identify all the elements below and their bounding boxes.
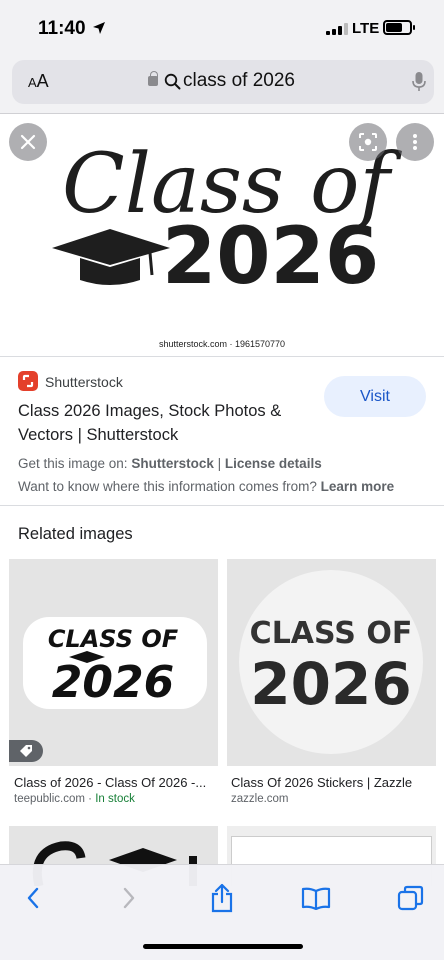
- separator: |: [217, 456, 222, 471]
- related-image-tile[interactable]: CLASS OF 2026: [227, 559, 436, 766]
- more-button[interactable]: [396, 123, 434, 161]
- info-line: Want to know where this information come…: [18, 479, 394, 494]
- network-type: LTE: [352, 20, 380, 37]
- tag-icon: [20, 745, 32, 757]
- separator-dot: ·: [88, 793, 93, 805]
- share-button[interactable]: [207, 883, 237, 913]
- status-time: 11:40: [38, 18, 86, 39]
- search-query[interactable]: class of 2026: [183, 70, 295, 92]
- info-question: Want to know where this information come…: [18, 479, 317, 494]
- lock-icon: [148, 71, 158, 86]
- related-1-line1: CLASS OF: [48, 625, 179, 653]
- related-caption[interactable]: Class Of 2026 Stickers | Zazzle: [231, 775, 431, 790]
- related-source: teepublic.com · In stock: [14, 793, 135, 805]
- share-icon: [211, 883, 233, 913]
- location-arrow-icon: [92, 21, 106, 40]
- microphone-icon[interactable]: [412, 71, 426, 98]
- result-title-link[interactable]: Class 2026 Images, Stock Photos & Vector…: [18, 399, 308, 447]
- divider: [0, 356, 444, 357]
- related-2-line1: CLASS OF: [250, 616, 413, 651]
- related-artwork-2: CLASS OF 2026: [239, 570, 423, 754]
- home-indicator[interactable]: [143, 944, 303, 949]
- get-image-line: Get this image on: Shutterstock | Licens…: [18, 456, 322, 471]
- related-site: zazzle.com: [231, 793, 289, 805]
- bookmarks-icon: [301, 887, 331, 910]
- availability-label: In stock: [95, 793, 135, 805]
- forward-icon: [123, 887, 135, 909]
- reader-settings-button[interactable]: AA: [28, 71, 49, 92]
- related-image-tile[interactable]: CLASS OF 2026: [9, 559, 218, 766]
- tabs-button[interactable]: [396, 883, 426, 913]
- related-site: teepublic.com: [14, 793, 85, 805]
- address-bar[interactable]: AA class of 2026: [12, 60, 434, 104]
- learn-more-link[interactable]: Learn more: [321, 479, 395, 494]
- tabs-icon: [397, 885, 424, 911]
- battery-icon: [383, 20, 415, 35]
- image-credit: shutterstock.com · 1961570770: [158, 339, 286, 349]
- back-button[interactable]: [18, 883, 48, 913]
- signal-icon: [326, 23, 348, 35]
- bookmarks-button[interactable]: [301, 883, 331, 913]
- get-image-site-link[interactable]: Shutterstock: [131, 456, 214, 471]
- lens-icon: [359, 133, 377, 151]
- related-caption[interactable]: Class of 2026 - Class Of 2026 -...: [14, 775, 214, 790]
- shutterstock-logo-icon: [18, 371, 38, 391]
- more-vert-icon: [413, 134, 417, 150]
- price-tag-badge: [9, 740, 43, 762]
- close-button[interactable]: [9, 123, 47, 161]
- close-icon: [20, 134, 36, 150]
- get-image-prefix: Get this image on:: [18, 456, 128, 471]
- related-2-line2: 2026: [250, 650, 411, 718]
- source-name[interactable]: Shutterstock: [45, 374, 123, 390]
- visit-button[interactable]: Visit: [324, 376, 426, 417]
- image-preview[interactable]: Class of 2026 shutterstock.com · 1961570…: [0, 115, 444, 358]
- graduation-cap-icon: [52, 229, 170, 285]
- related-artwork-1: CLASS OF 2026: [23, 617, 207, 709]
- divider: [0, 505, 444, 506]
- status-bar: 11:40 LTE: [0, 0, 444, 58]
- address-bar-area: AA class of 2026: [0, 52, 444, 114]
- artwork-line2: 2026: [162, 212, 379, 302]
- related-images-heading: Related images: [18, 525, 133, 543]
- search-icon: [164, 73, 181, 95]
- forward-button[interactable]: [114, 883, 144, 913]
- lens-button[interactable]: [349, 123, 387, 161]
- back-icon: [27, 887, 39, 909]
- related-1-line2: 2026: [52, 657, 174, 708]
- license-details-link[interactable]: License details: [225, 456, 322, 471]
